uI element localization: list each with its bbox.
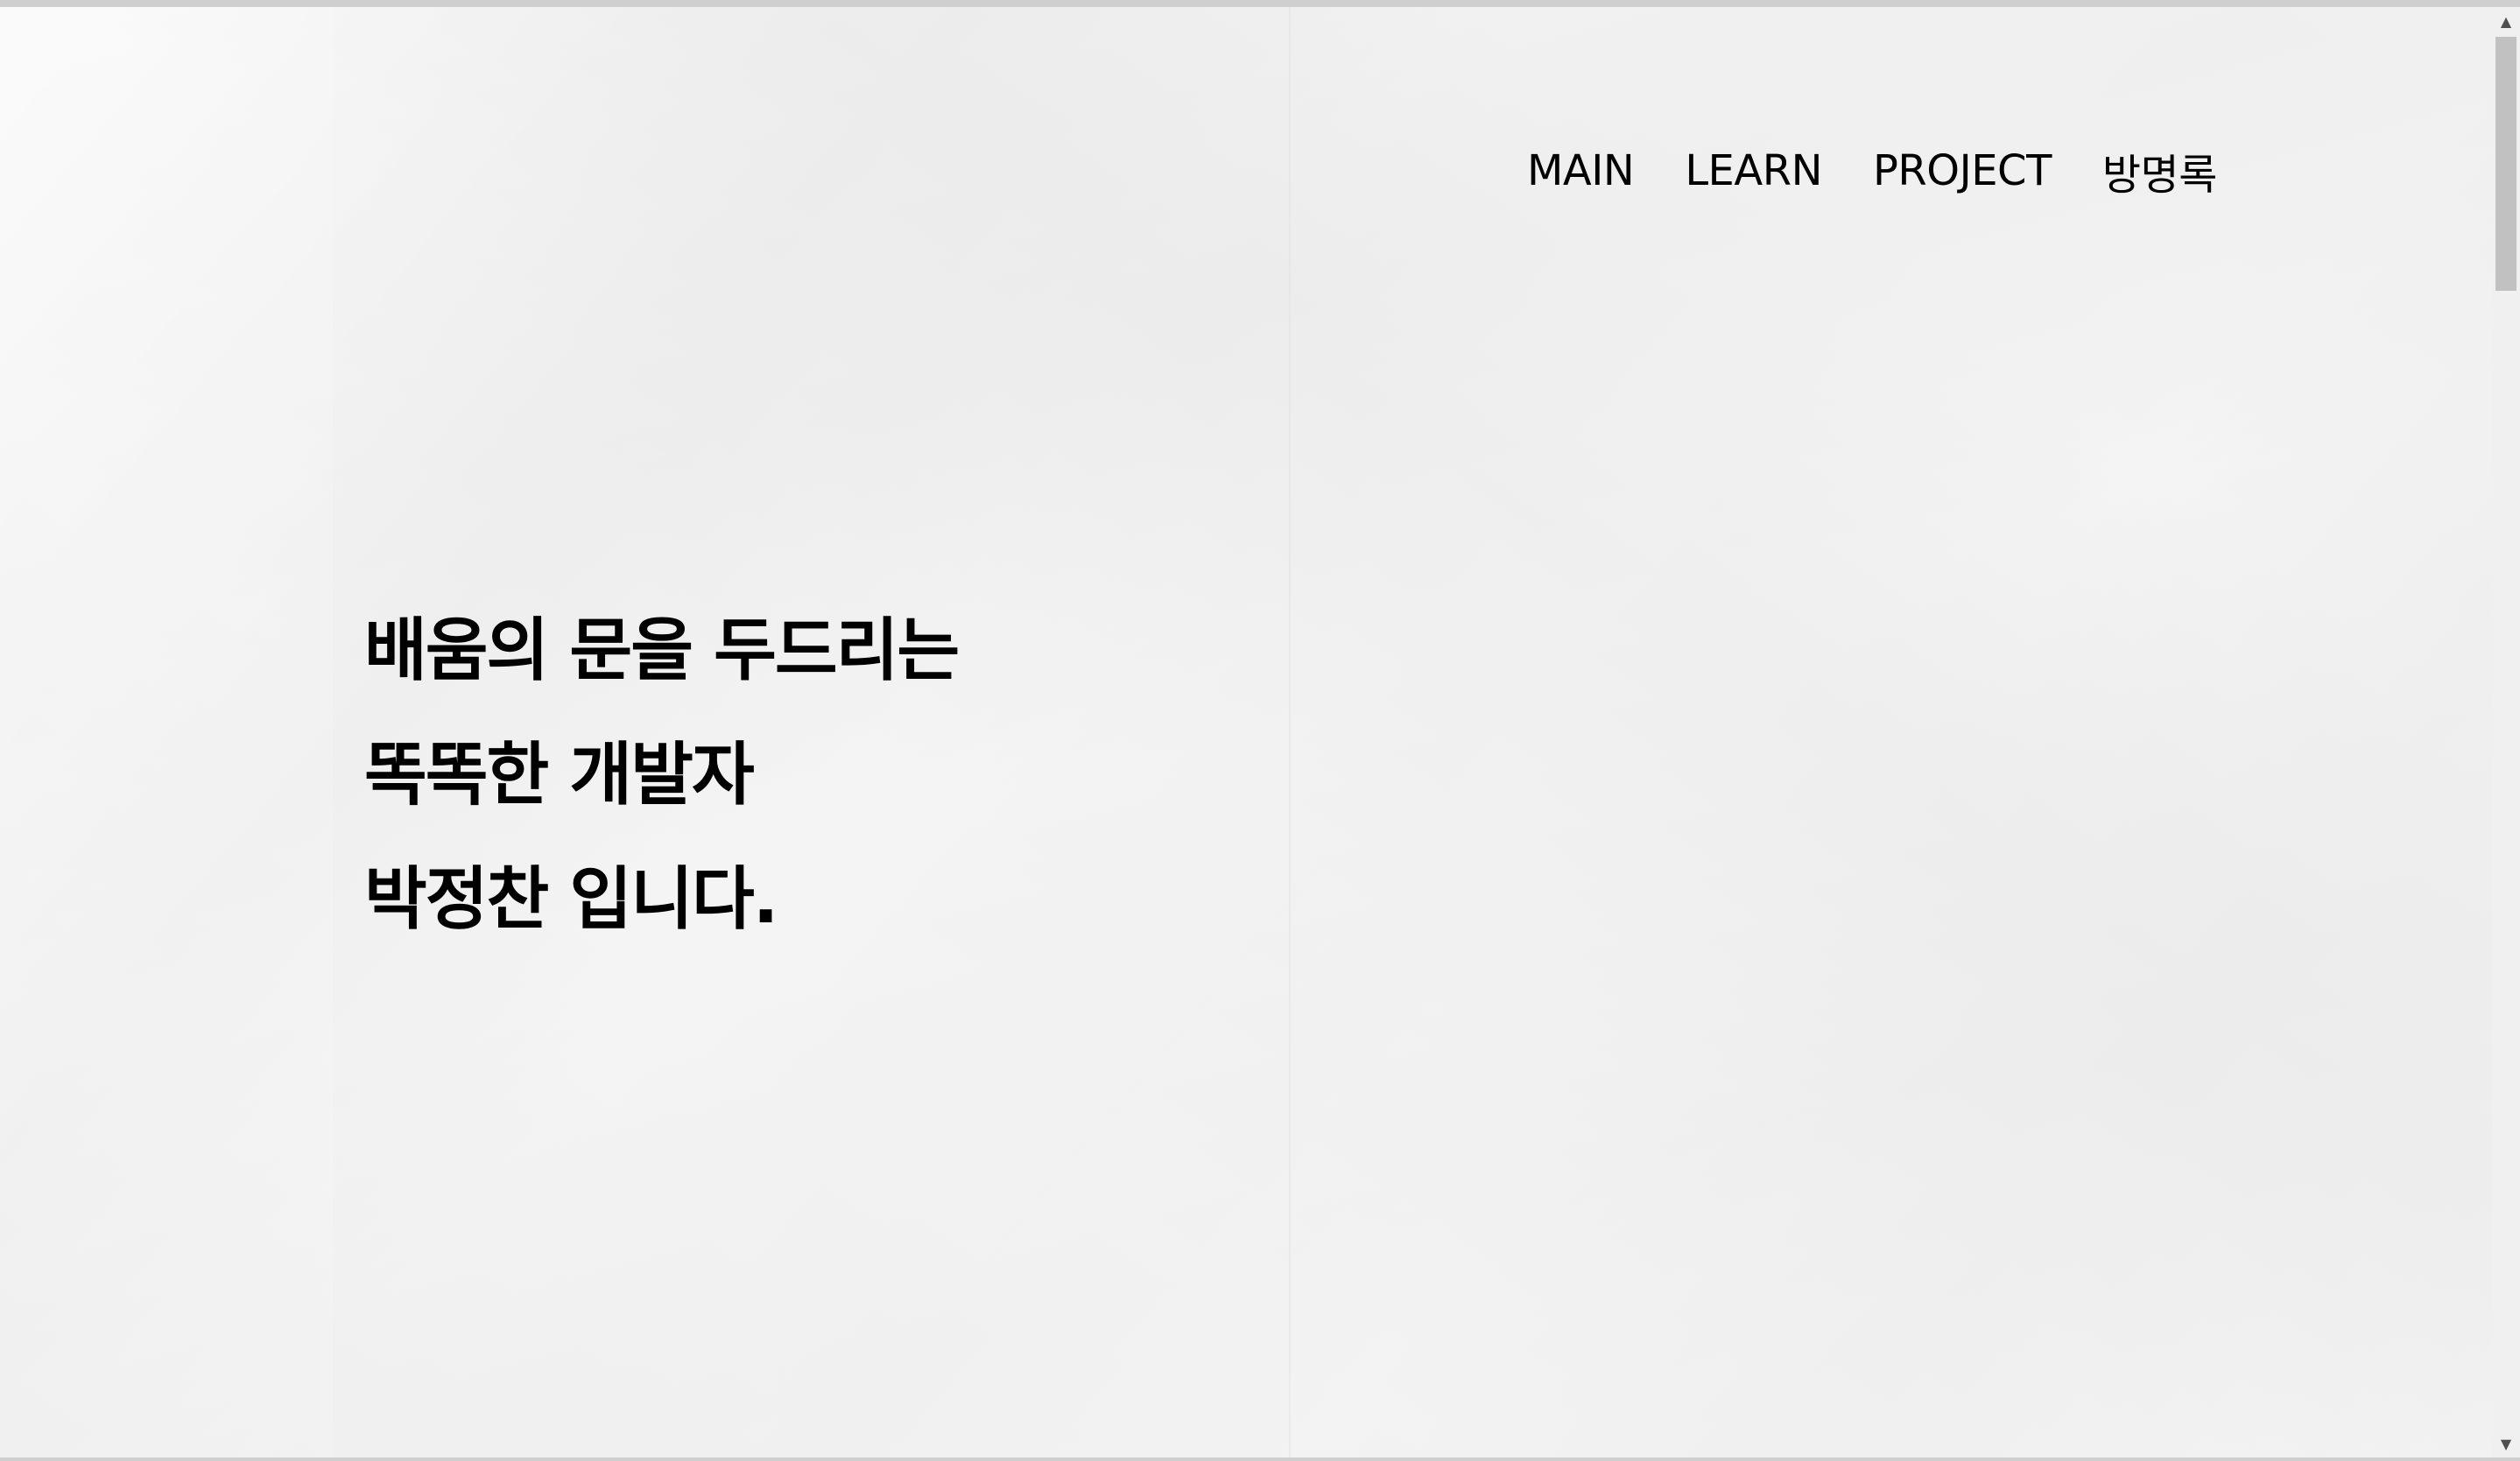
window-top-border <box>0 0 2520 7</box>
nav-learn-link[interactable]: LEARN <box>1685 146 1822 195</box>
scrollbar-thumb[interactable] <box>2495 37 2516 291</box>
hero-line-2: 똑똑한 개발자 <box>364 736 755 815</box>
browser-viewport: MAIN LEARN PROJECT 방명록 배움의 문을 두드리는 똑똑한 개… <box>0 0 2520 1461</box>
vertical-scrollbar[interactable]: ▲ ▼ <box>2492 7 2520 1457</box>
main-nav: MAIN LEARN PROJECT 방명록 <box>1527 140 2217 201</box>
scroll-down-icon[interactable]: ▼ <box>2492 1429 2520 1457</box>
scroll-up-icon[interactable]: ▲ <box>2492 7 2520 35</box>
nav-project-link[interactable]: PROJECT <box>1873 146 2052 195</box>
window-bottom-border <box>0 1457 2520 1461</box>
hero-line-1: 배움의 문을 두드리는 <box>364 611 960 690</box>
paper-panel-seam <box>1289 7 1291 1457</box>
page-background: MAIN LEARN PROJECT 방명록 배움의 문을 두드리는 똑똑한 개… <box>0 7 2492 1457</box>
hero-line-3: 박정찬 입니다. <box>364 860 778 939</box>
nav-main-link[interactable]: MAIN <box>1527 146 1635 195</box>
paper-panel-left <box>0 7 333 1457</box>
nav-guestbook-link[interactable]: 방명록 <box>2102 140 2217 201</box>
hero-intro: 배움의 문을 두드리는 똑똑한 개발자 박정찬 입니다. <box>364 589 960 962</box>
